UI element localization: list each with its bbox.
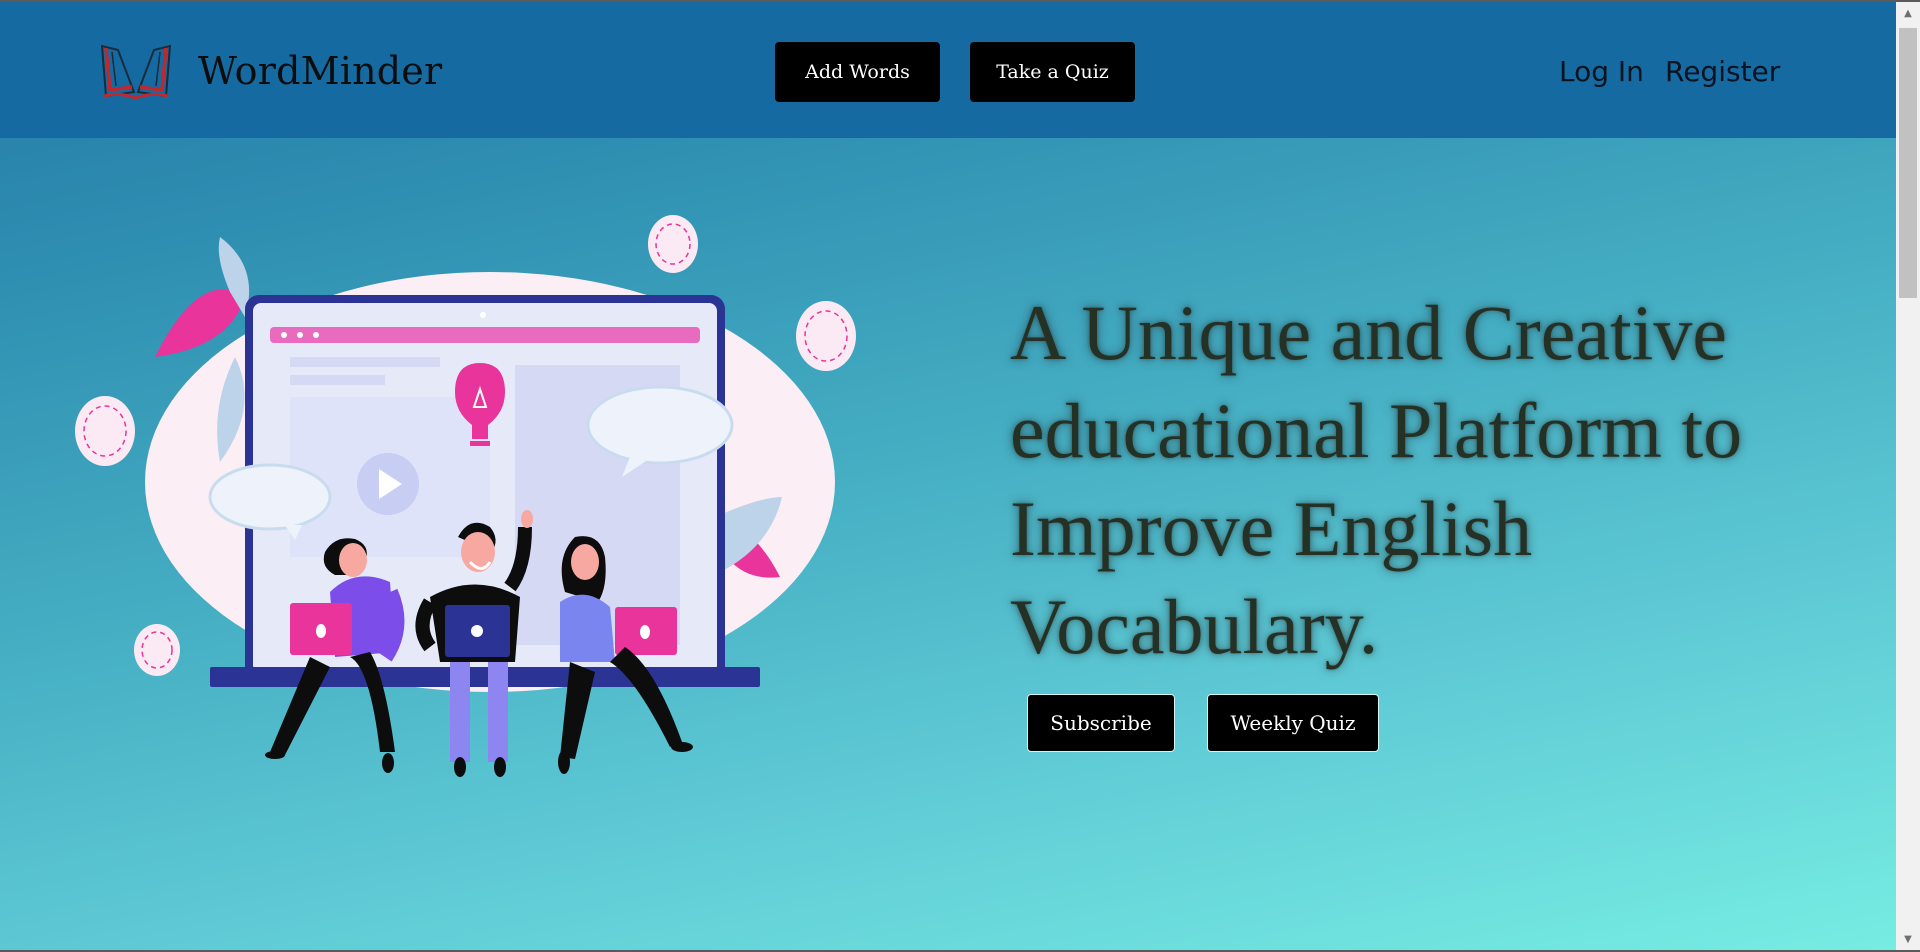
page: WordMinder Add Words Take a Quiz Log In … xyxy=(0,2,1896,950)
hero-headline: A Unique and Creative educational Platfo… xyxy=(1010,289,1743,670)
weekly-quiz-button[interactable]: Weekly Quiz xyxy=(1207,694,1379,752)
navbar: WordMinder Add Words Take a Quiz Log In … xyxy=(0,2,1896,138)
scroll-thumb[interactable] xyxy=(1899,28,1917,298)
subscribe-button[interactable]: Subscribe xyxy=(1027,694,1175,752)
take-quiz-button[interactable]: Take a Quiz xyxy=(970,42,1135,102)
floating-bubble xyxy=(75,396,135,466)
floating-bubble xyxy=(134,624,180,676)
brand[interactable]: WordMinder xyxy=(98,40,442,102)
scroll-down-arrow-icon[interactable]: ▼ xyxy=(1896,928,1920,950)
brand-name: WordMinder xyxy=(198,49,443,93)
login-link[interactable]: Log In xyxy=(1559,48,1644,96)
add-words-button[interactable]: Add Words xyxy=(775,42,940,102)
floating-bubble xyxy=(648,215,698,273)
register-link[interactable]: Register xyxy=(1665,48,1780,96)
hero-illustration xyxy=(75,215,856,777)
vertical-scrollbar[interactable]: ▲ ▼ xyxy=(1896,2,1920,950)
scroll-up-arrow-icon[interactable]: ▲ xyxy=(1896,2,1920,24)
open-book-icon xyxy=(100,44,172,100)
floating-bubble xyxy=(796,301,856,371)
